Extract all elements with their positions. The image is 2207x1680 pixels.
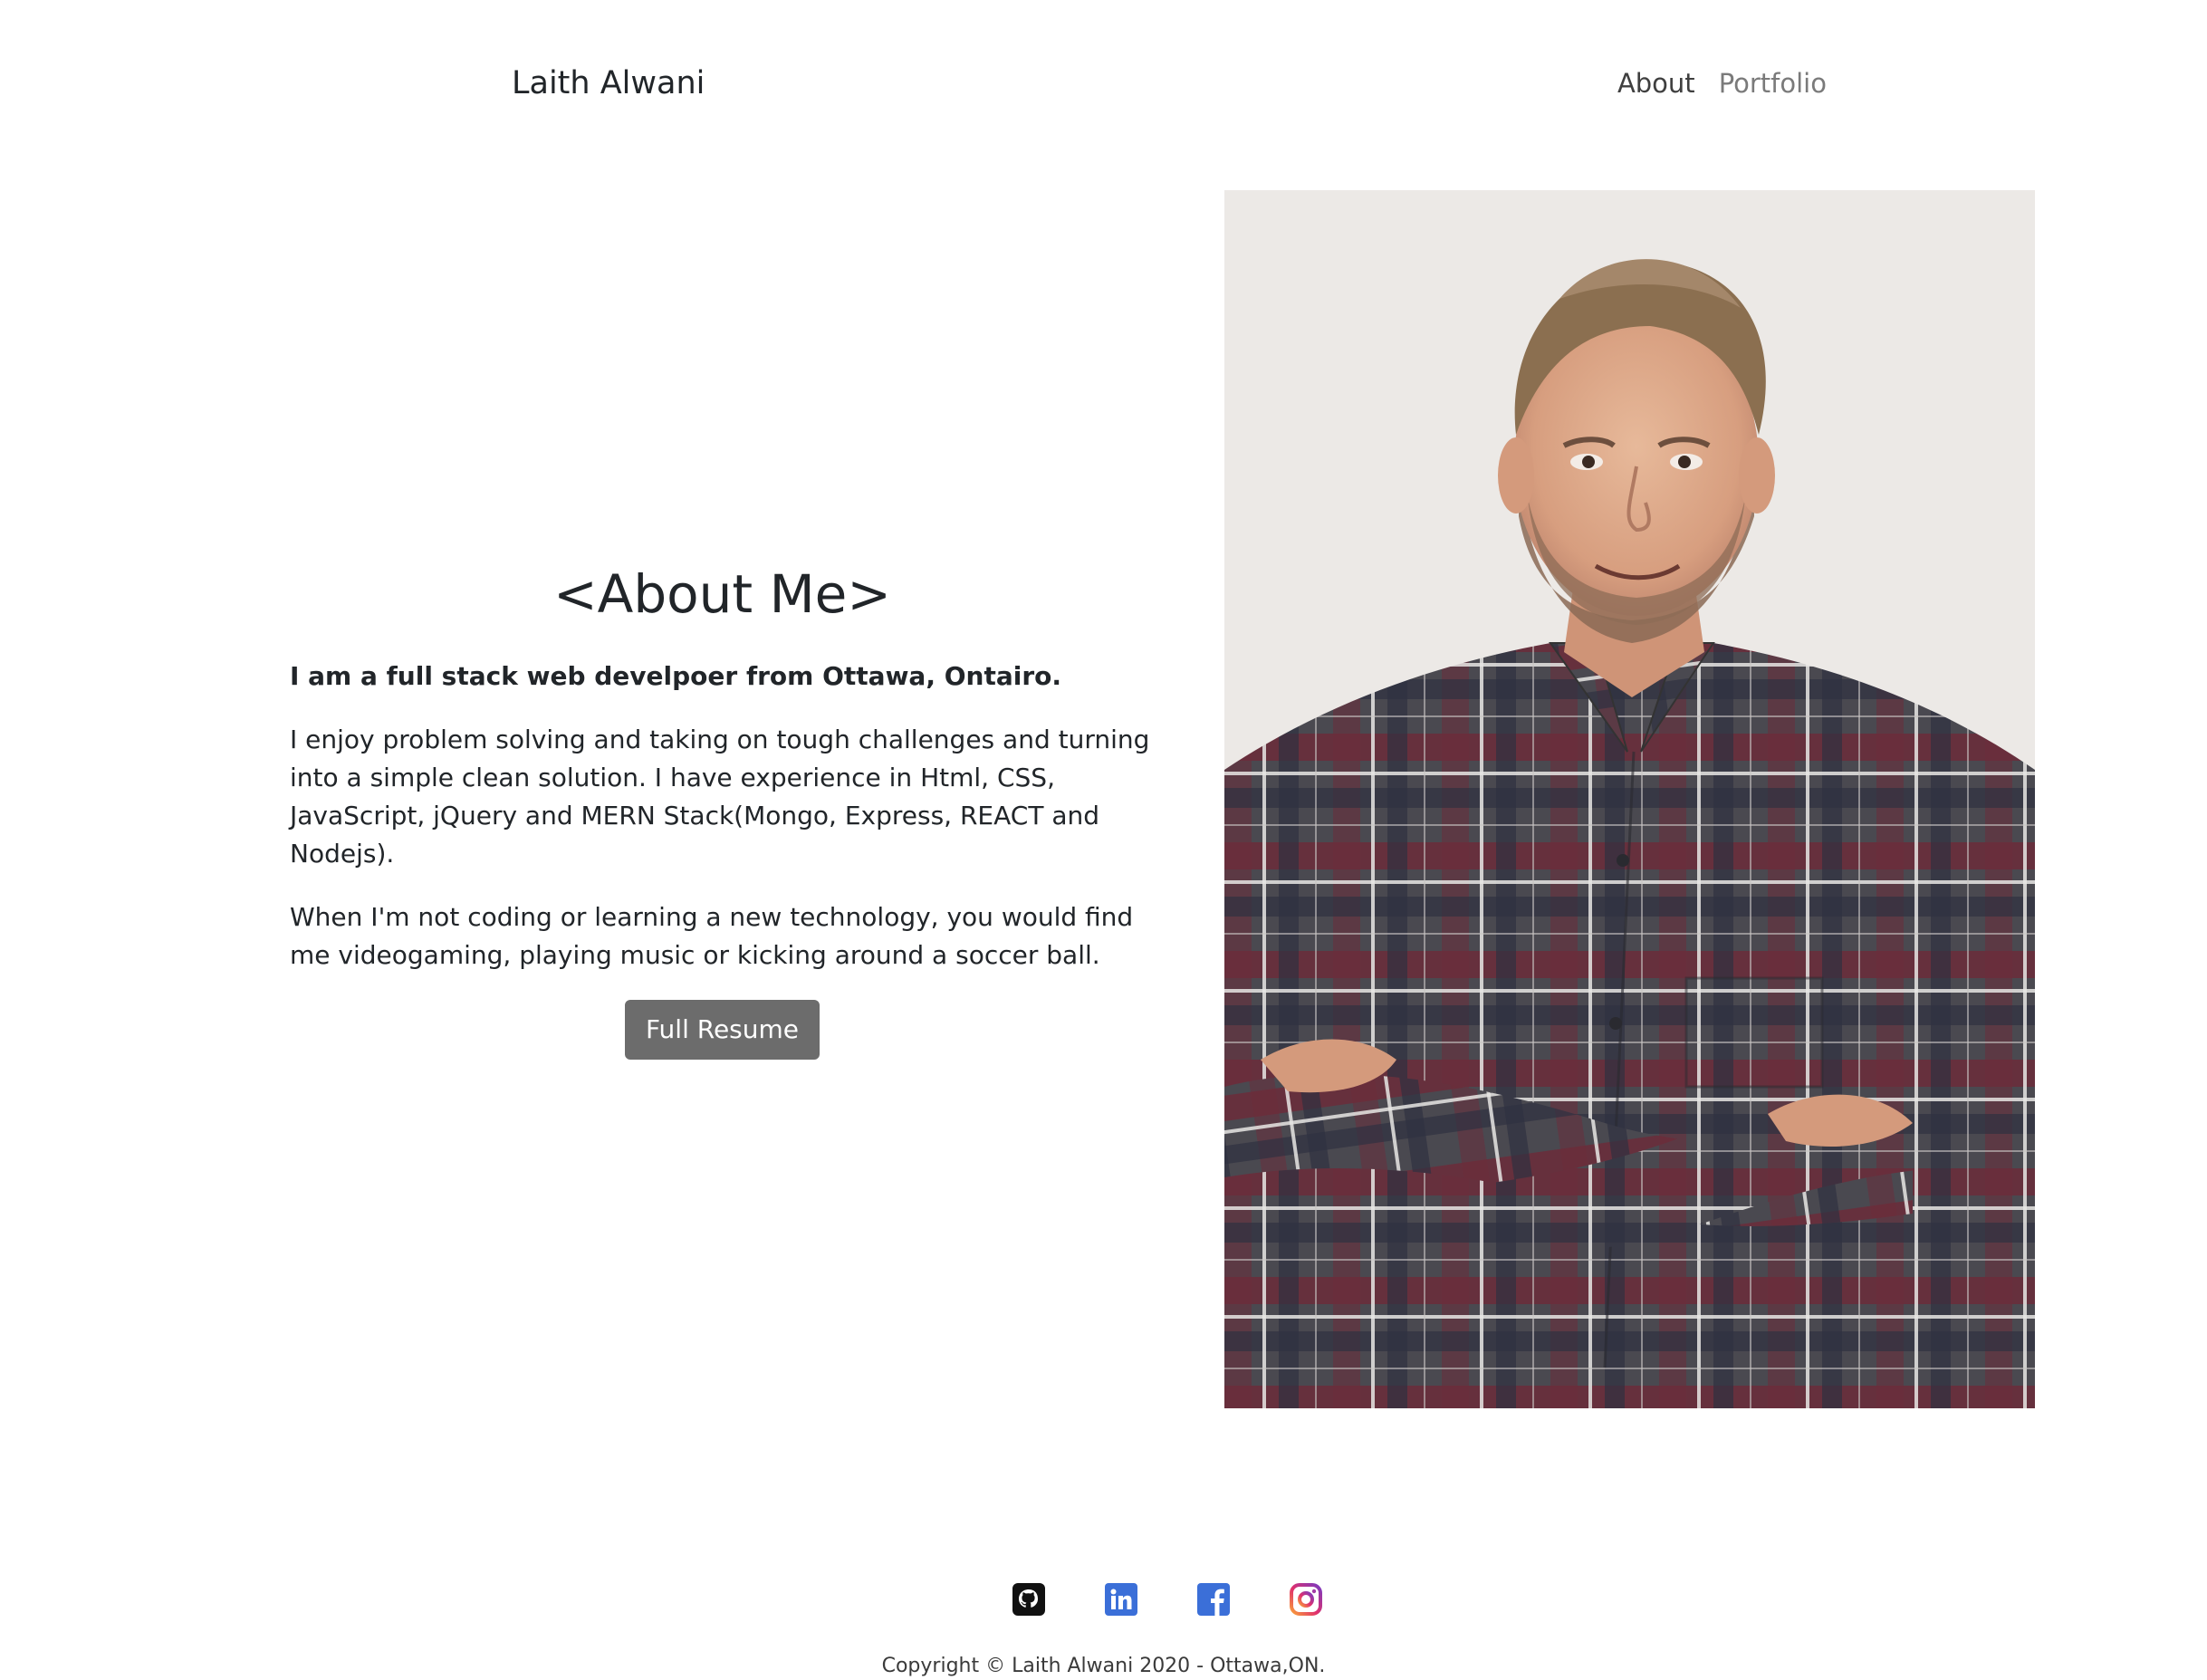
profile-photo [1224,190,2035,1408]
nav-link-portfolio[interactable]: Portfolio [1719,65,1827,101]
about-paragraph: I enjoy problem solving and taking on to… [290,725,1150,869]
about-lead: I am a full stack web develpoer from Ott… [290,661,1062,691]
copyright-text: Copyright © Laith Alwani 2020 - Ottawa,O… [881,1655,1326,1677]
nav-link-about[interactable]: About [1617,65,1695,101]
instagram-icon[interactable] [1290,1583,1322,1616]
button-wrap: Full Resume [290,1000,1155,1060]
about-title: <About Me> [553,563,891,625]
facebook-icon[interactable] [1197,1583,1230,1616]
github-icon[interactable] [1012,1583,1045,1616]
about-paragraph: When I'm not coding or learning a new te… [290,902,1134,970]
full-resume-button[interactable]: Full Resume [624,1000,820,1060]
about-section: <About Me> I am a full stack web develpo… [290,562,1155,1060]
nav-links: About Portfolio [1617,65,1827,101]
navbar: Laith Alwani About Portfolio [0,0,2207,168]
linkedin-icon[interactable] [1105,1583,1137,1616]
social-links [1012,1583,1322,1616]
brand-link[interactable]: Laith Alwani [512,63,705,103]
